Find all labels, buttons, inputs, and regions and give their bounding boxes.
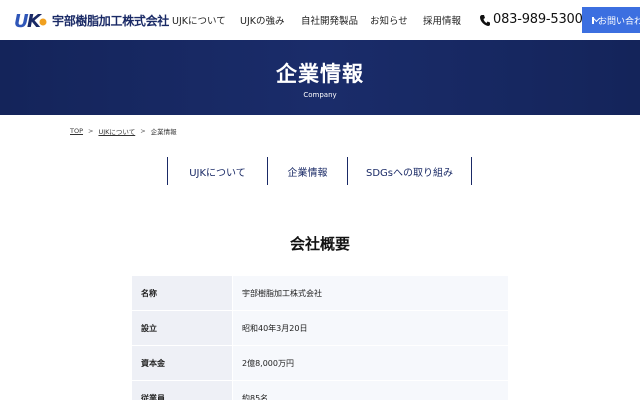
- breadcrumb-separator: >: [140, 127, 146, 135]
- company-overview-table: 名称 宇部樹脂加工株式会社 設立 昭和40年3月20日 資本金 2億8,000万…: [132, 276, 508, 400]
- phone-number-text: 083-989-5300: [493, 12, 583, 27]
- row-label: 従業員: [132, 381, 232, 400]
- section-title: 会社概要: [289, 235, 350, 253]
- nav-strengths[interactable]: UJKの強み: [240, 13, 285, 27]
- table-row: 設立 昭和40年3月20日: [132, 311, 508, 346]
- table-row: 従業員 約85名: [132, 381, 508, 400]
- table-row: 名称 宇部樹脂加工株式会社: [132, 276, 508, 311]
- page-title: 企業情報: [276, 62, 364, 86]
- row-label: 設立: [132, 311, 232, 345]
- breadcrumb-about[interactable]: UJKについて: [98, 126, 135, 136]
- mail-icon: [592, 16, 594, 24]
- nav-about[interactable]: UJKについて: [172, 13, 226, 27]
- row-value: 2億8,000万円: [232, 346, 508, 380]
- ujk-logo-icon: U K: [14, 11, 47, 31]
- breadcrumb-current: 企業情報: [150, 128, 177, 136]
- nav-news[interactable]: お知らせ: [370, 13, 408, 27]
- row-value: 昭和40年3月20日: [232, 311, 508, 345]
- breadcrumb: TOP > UJKについて > 企業情報: [70, 126, 177, 136]
- row-label: 資本金: [132, 346, 232, 380]
- breadcrumb-top[interactable]: TOP: [70, 127, 83, 135]
- table-row: 資本金 2億8,000万円: [132, 346, 508, 381]
- row-value: 約85名: [232, 381, 508, 400]
- subnav-company-info[interactable]: 企業情報: [267, 157, 347, 185]
- site-header: U K 宇部樹脂加工株式会社 UJKについて UJKの強み 自社開発製品 お知ら…: [0, 0, 640, 40]
- row-value: 宇部樹脂加工株式会社: [232, 276, 508, 310]
- contact-button[interactable]: お問い合わせ: [582, 7, 640, 33]
- contact-button-label: お問い合わせ: [598, 16, 640, 27]
- phone-number[interactable]: 083-989-5300: [480, 12, 583, 27]
- breadcrumb-separator: >: [88, 127, 94, 135]
- phone-icon: [480, 14, 490, 26]
- company-logo[interactable]: U K 宇部樹脂加工株式会社: [14, 9, 169, 31]
- page-hero: 企業情報 Company: [0, 40, 640, 115]
- sub-nav: UJKについて 企業情報 SDGsへの取り組み: [167, 157, 472, 185]
- nav-products[interactable]: 自社開発製品: [301, 13, 358, 27]
- page-subtitle: Company: [303, 91, 337, 99]
- nav-recruit[interactable]: 採用情報: [423, 13, 461, 27]
- row-label: 名称: [132, 276, 232, 310]
- company-name: 宇部樹脂加工株式会社: [52, 13, 170, 28]
- subnav-about[interactable]: UJKについて: [167, 157, 267, 185]
- subnav-sdgs[interactable]: SDGsへの取り組み: [347, 157, 472, 185]
